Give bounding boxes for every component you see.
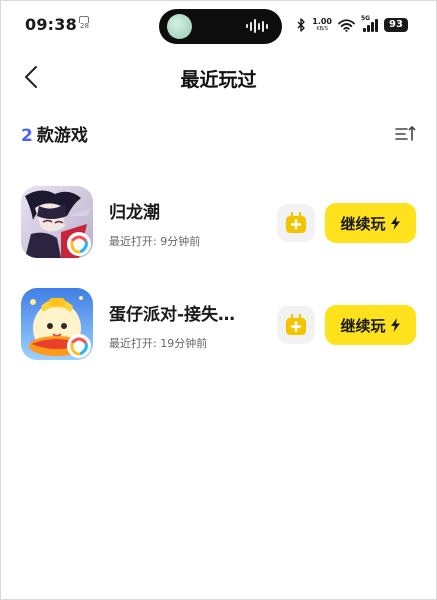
lightning-icon xyxy=(390,216,400,230)
page-title: 最近玩过 xyxy=(180,69,257,91)
sort-button[interactable] xyxy=(394,123,416,145)
audio-wave-icon xyxy=(246,19,268,33)
game-count-label: 2 款游戏 xyxy=(21,126,88,146)
battery-icon: 93 xyxy=(384,18,408,32)
bluetooth-icon xyxy=(297,18,305,32)
notification-badge-icon: 28 xyxy=(79,16,89,30)
wifi-icon xyxy=(338,18,355,32)
nav-bar: 最近玩过 xyxy=(1,53,436,101)
last-opened-text: 最近打开: 9分钟前 xyxy=(109,235,201,248)
continue-play-label: 继续玩 xyxy=(340,214,386,233)
lightning-icon xyxy=(390,318,400,332)
add-button[interactable] xyxy=(277,306,315,344)
game-name[interactable]: 蛋仔派对-接失… xyxy=(109,300,269,325)
recent-games-page: 09:38 28 1.00 KB/S 5G 93 最近玩过 2 款游戏 归龙潮 … xyxy=(0,0,437,600)
sort-icon xyxy=(395,126,416,141)
last-opened-text: 最近打开: 19分钟前 xyxy=(109,337,208,350)
game-count-row: 2 款游戏 xyxy=(21,121,416,147)
dynamic-island xyxy=(159,9,282,44)
cellular-signal-icon: 5G xyxy=(361,15,378,32)
add-button[interactable] xyxy=(277,204,315,242)
island-activity-icon xyxy=(167,14,192,39)
status-time: 09:38 xyxy=(25,15,77,34)
signal-tag: 5G xyxy=(361,14,371,22)
status-bar: 09:38 28 1.00 KB/S 5G 93 xyxy=(1,1,436,51)
guilongchao-app-icon[interactable] xyxy=(21,186,93,258)
game-info: 蛋仔派对-接失… 最近打开: 19分钟前 xyxy=(109,300,269,351)
add-to-desktop-icon xyxy=(286,313,306,335)
list-item: 归龙潮 最近打开: 9分钟前 继续玩 xyxy=(21,186,416,260)
continue-play-button[interactable]: 继续玩 xyxy=(325,203,416,243)
network-speed-value: 1.00 xyxy=(312,17,332,26)
game-count-suffix: 款游戏 xyxy=(36,126,88,146)
list-item: 蛋仔派对-接失… 最近打开: 19分钟前 继续玩 xyxy=(21,288,416,362)
network-speed: 1.00 KB/S xyxy=(312,17,332,33)
continue-play-button[interactable]: 继续玩 xyxy=(325,305,416,345)
game-info: 归龙潮 最近打开: 9分钟前 xyxy=(109,198,269,249)
system-icons: 1.00 KB/S 5G 93 xyxy=(297,15,408,34)
network-speed-unit: KB/S xyxy=(316,26,328,32)
eggy-party-app-icon[interactable] xyxy=(21,288,93,360)
add-to-desktop-icon xyxy=(286,211,306,233)
game-name[interactable]: 归龙潮 xyxy=(109,198,269,223)
continue-play-label: 继续玩 xyxy=(340,316,386,335)
game-count-number: 2 xyxy=(21,126,33,146)
